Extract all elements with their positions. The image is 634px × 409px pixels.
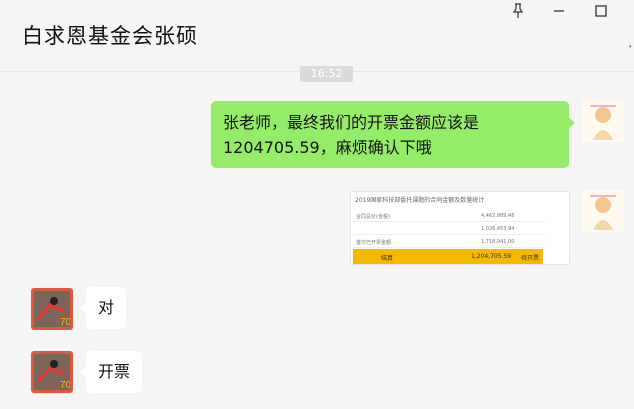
pin-icon[interactable] bbox=[509, 2, 527, 20]
sheet-highlight-row: 结算 1,204,705.59 待开票 bbox=[353, 249, 543, 264]
image-message[interactable]: 2019国家科技部委托课题的合同金额及数量统计 合同总价(含税) 4,462,9… bbox=[350, 191, 570, 265]
sheet-row-value: 4,462,989.48 bbox=[481, 213, 515, 219]
maximize-icon[interactable] bbox=[592, 2, 610, 20]
svg-text:70: 70 bbox=[60, 317, 70, 327]
sheet-row-value: 1,026,453.94 bbox=[481, 226, 515, 232]
chat-title: 白求恩基金会张硕 bbox=[22, 24, 198, 48]
sheet-highlight-note: 待开票 bbox=[521, 255, 540, 262]
sheet-row-value: 1,718,941.00 bbox=[481, 239, 515, 245]
minimize-icon[interactable] bbox=[550, 2, 568, 20]
svg-text:70: 70 bbox=[60, 380, 70, 390]
sheet-row-label: 首付已开票金额 bbox=[356, 240, 392, 246]
outgoing-message-bubble[interactable]: 张老师，最终我们的开票金额应该是1204705.59，麻烦确认下哦 bbox=[211, 101, 575, 168]
sheet-highlight-label: 结算 bbox=[381, 255, 394, 262]
sheet-highlight-value: 1,204,705.59 bbox=[471, 253, 512, 260]
avatar[interactable]: 70 bbox=[31, 288, 73, 330]
incoming-message-bubble[interactable]: 对 bbox=[79, 287, 127, 329]
avatar[interactable]: 70 bbox=[31, 351, 73, 393]
chat-header: 白求恩基金会张硕 ⋰ bbox=[0, 0, 634, 72]
incoming-message-bubble[interactable]: 开票 bbox=[79, 351, 143, 393]
more-icon[interactable]: ⋰ bbox=[628, 34, 634, 50]
sheet-title: 2019国家科技部委托课题的合同金额及数量统计 bbox=[355, 197, 485, 204]
sheet-row: 合同总价(含税) 4,462,989.48 bbox=[353, 210, 545, 222]
avatar[interactable] bbox=[582, 190, 624, 232]
sheet-row: 首付已开票金额 1,718,941.00 bbox=[353, 236, 545, 248]
sheet-row: 1,026,453.94 bbox=[353, 223, 545, 235]
message-timestamp: 16:52 bbox=[300, 66, 353, 82]
sheet-row-label: 合同总价(含税) bbox=[356, 214, 390, 220]
avatar[interactable] bbox=[582, 100, 624, 142]
